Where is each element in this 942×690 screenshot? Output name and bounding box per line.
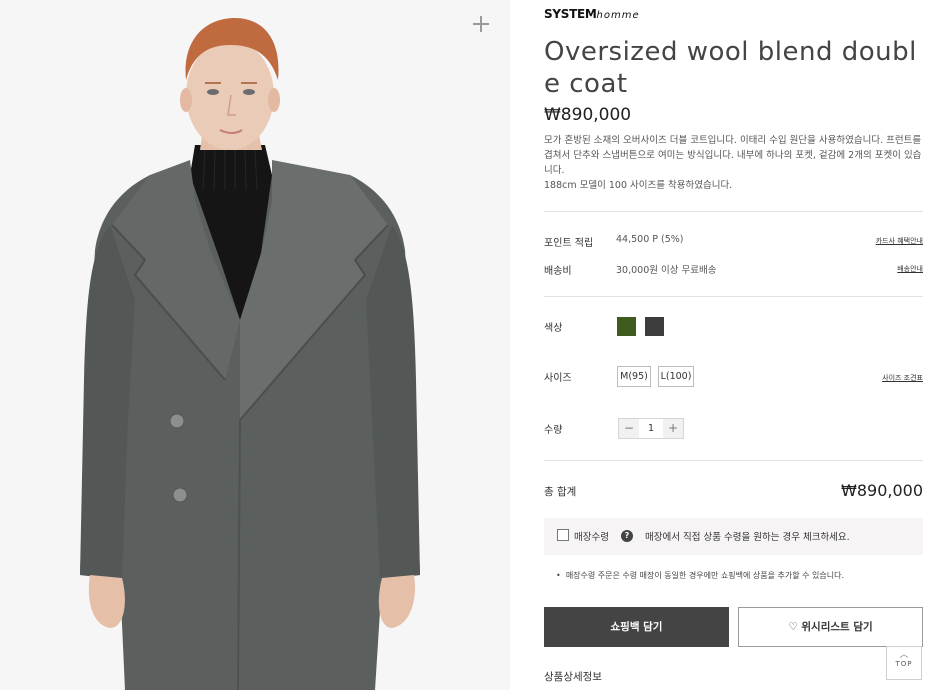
store-pickup-note-text: 매장수령 주문은 수령 매장이 동일한 경우에만 쇼핑백에 상품을 추가할 수 … — [565, 571, 845, 580]
brand-logo[interactable]: SYSTEMhomme — [544, 7, 640, 21]
points-label: 포인트 적립 — [544, 238, 594, 249]
divider — [544, 211, 923, 212]
total-price: ₩890,000 — [841, 481, 923, 500]
color-swatch-olive[interactable] — [617, 317, 636, 336]
divider — [544, 296, 923, 297]
quantity-minus-button[interactable]: − — [619, 419, 639, 438]
size-option-l100[interactable]: L(100) — [658, 366, 694, 387]
shipping-label: 배송비 — [544, 266, 572, 277]
help-icon[interactable]: ? — [621, 530, 633, 542]
store-pickup-label: 매장수령 — [574, 532, 609, 543]
chevron-up-icon: ︿ — [899, 650, 909, 660]
brand-name: SYSTEM — [544, 7, 597, 21]
quantity-label: 수량 — [544, 425, 563, 436]
store-pickup-checkbox[interactable] — [557, 529, 569, 541]
size-chart-link[interactable]: 사이즈 조견표 — [882, 373, 923, 383]
store-pickup-text: 매장에서 직접 상품 수령을 원하는 경우 체크하세요. — [645, 532, 850, 543]
quantity-plus-button[interactable]: + — [663, 419, 683, 438]
color-label: 색상 — [544, 323, 563, 334]
store-pickup-note: • 매장수령 주문은 수령 매장이 동일한 경우에만 쇼핑백에 상품을 추가할 … — [556, 571, 845, 580]
size-label: 사이즈 — [544, 373, 572, 384]
description-line: 모가 혼방된 소재의 오버사이즈 더블 코트입니다. 이태리 수입 원단을 사용… — [544, 135, 922, 176]
product-description: 모가 혼방된 소재의 오버사이즈 더블 코트입니다. 이태리 수입 원단을 사용… — [544, 133, 926, 193]
total-label: 총 합계 — [544, 486, 577, 498]
points-value: 44,500 P (5%) — [616, 234, 684, 245]
product-photo — [0, 0, 510, 690]
size-option-m95[interactable]: M(95) — [617, 366, 651, 387]
divider — [544, 460, 923, 461]
add-to-cart-button[interactable]: 쇼핑백 담기 — [544, 607, 729, 647]
zoom-plus-icon[interactable] — [469, 12, 493, 36]
store-pickup-box: 매장수령 ? 매장에서 직접 상품 수령을 원하는 경우 체크하세요. — [544, 518, 923, 555]
add-to-wishlist-button[interactable]: ♡ 위시리스트 담기 — [738, 607, 923, 647]
card-benefit-link[interactable]: 카드사 혜택안내 — [876, 236, 923, 246]
product-title: Oversized wool blend double coat — [544, 37, 917, 99]
quantity-stepper: − 1 + — [618, 418, 684, 439]
brand-sub: homme — [596, 10, 640, 21]
quantity-input[interactable]: 1 — [639, 419, 663, 438]
product-detail-label: 상품상세정보 — [544, 671, 602, 683]
model-photo — [0, 0, 510, 690]
product-price: ₩890,000 — [544, 105, 632, 125]
scroll-top-button[interactable]: ︿ TOP — [886, 646, 922, 680]
color-swatch-charcoal[interactable] — [645, 317, 664, 336]
shipping-info-link[interactable]: 배송안내 — [897, 264, 923, 274]
top-label: TOP — [895, 660, 913, 668]
shipping-value: 30,000원 이상 무료배송 — [616, 265, 717, 276]
description-line: 188cm 모델이 100 사이즈를 착용하였습니다. — [544, 180, 733, 191]
